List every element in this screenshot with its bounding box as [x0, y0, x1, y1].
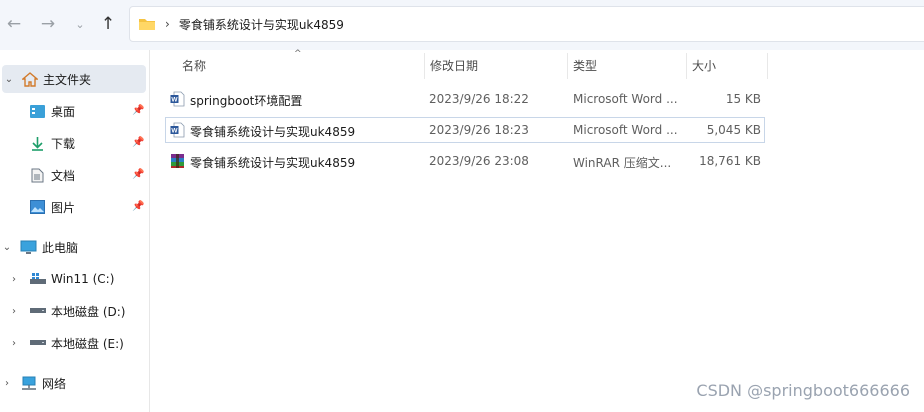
sidebar-item-label: 图片 [51, 200, 76, 215]
chevron-right-icon[interactable]: › [9, 338, 19, 349]
breadcrumb-separator-icon: › [165, 17, 170, 31]
column-header-name[interactable]: 名称 [176, 51, 424, 79]
arrow-right-icon: → [40, 14, 56, 34]
chevron-down-icon[interactable]: ⌄ [2, 242, 12, 253]
sidebar-item-label: 本地磁盘 (D:) [51, 304, 126, 319]
sidebar-item-drive-e[interactable]: › 本地磁盘 (E:) [0, 329, 148, 357]
sidebar-item-pictures[interactable]: 图片 📌 [0, 193, 148, 221]
winrar-archive-icon [171, 154, 184, 168]
file-row[interactable]: W springboot环境配置 2023/9/26 18:22 Microso… [165, 86, 765, 112]
file-name: springboot环境配置 [190, 94, 303, 108]
drive-icon [30, 308, 46, 313]
sidebar-item-drive-d[interactable]: › 本地磁盘 (D:) [0, 297, 148, 325]
file-size: 18,761 KB [699, 154, 761, 168]
desktop-icon [30, 104, 45, 118]
chevron-down-icon: ⌄ [75, 17, 85, 31]
sidebar-item-desktop[interactable]: 桌面 📌 [0, 97, 148, 125]
arrow-up-icon: ↑ [100, 14, 116, 34]
address-bar[interactable]: › 零食铺系统设计与实现uk4859 [129, 6, 924, 42]
file-row[interactable]: 零食铺系统设计与实现uk4859 2023/9/26 23:08 WinRAR … [165, 148, 765, 174]
column-header-size[interactable]: 大小 [686, 51, 767, 79]
forward-button[interactable]: → [36, 12, 60, 36]
drive-icon [30, 340, 46, 345]
pictures-icon [30, 200, 45, 214]
folder-icon [139, 19, 155, 30]
drive-icon [30, 273, 46, 284]
file-size: 5,045 KB [706, 123, 761, 137]
sidebar-item-this-pc[interactable]: ⌄ 此电脑 [0, 233, 148, 261]
sidebar-item-documents[interactable]: 文档 📌 [0, 161, 148, 189]
pin-icon[interactable]: 📌 [132, 201, 144, 213]
file-size: 15 KB [725, 92, 761, 106]
recent-locations-button[interactable]: ⌄ [68, 12, 92, 36]
sidebar-item-label: Win11 (C:) [51, 272, 115, 286]
sidebar-item-home[interactable]: ⌄ 主文件夹 [2, 65, 146, 93]
watermark: CSDN @springboot666666 [696, 381, 910, 400]
file-name: 零食铺系统设计与实现uk4859 [190, 125, 356, 139]
word-doc-icon: W [170, 122, 185, 138]
chevron-right-icon[interactable]: › [2, 378, 12, 389]
sidebar-item-network[interactable]: › 网络 [0, 369, 148, 397]
download-icon [32, 136, 43, 151]
back-button[interactable]: ← [2, 12, 26, 36]
file-date: 2023/9/26 23:08 [429, 154, 529, 168]
home-icon [22, 71, 38, 87]
file-row-selected[interactable]: W 零食铺系统设计与实现uk4859 2023/9/26 18:23 Micro… [165, 117, 765, 143]
file-date: 2023/9/26 18:23 [429, 123, 529, 137]
up-button[interactable]: ↑ [96, 12, 120, 36]
word-doc-icon: W [170, 91, 185, 107]
arrow-left-icon: ← [6, 14, 22, 34]
file-type: WinRAR 压缩文... [573, 156, 672, 170]
breadcrumb-current-folder[interactable]: 零食铺系统设计与实现uk4859 [179, 16, 344, 33]
svg-text:W: W [171, 128, 178, 135]
column-header-type[interactable]: 类型 [567, 51, 686, 79]
sidebar-item-label: 此电脑 [42, 240, 79, 255]
sidebar-item-label: 下载 [51, 136, 76, 151]
pin-icon[interactable]: 📌 [132, 137, 144, 149]
chevron-down-icon[interactable]: ⌄ [4, 74, 14, 85]
computer-icon [20, 240, 37, 254]
sidebar-item-label: 网络 [42, 376, 67, 391]
navigation-bar: ← → ⌄ ↑ › 零食铺系统设计与实现uk4859 [0, 0, 924, 50]
svg-text:W: W [171, 97, 178, 104]
sidebar-item-drive-c[interactable]: › Win11 (C:) [0, 265, 148, 293]
sidebar-item-label: 本地磁盘 (E:) [51, 336, 124, 351]
pin-icon[interactable]: 📌 [132, 105, 144, 117]
sidebar-item-label: 文档 [51, 168, 76, 183]
column-divider[interactable] [767, 53, 768, 79]
network-icon [22, 376, 36, 390]
file-name: 零食铺系统设计与实现uk4859 [190, 156, 356, 170]
document-icon [31, 168, 44, 182]
column-header-date[interactable]: 修改日期 [424, 51, 567, 79]
file-type: Microsoft Word ... [573, 123, 678, 137]
file-type: Microsoft Word ... [573, 92, 678, 106]
file-date: 2023/9/26 18:22 [429, 92, 529, 106]
navigation-pane: ⌄ 主文件夹 桌面 📌 下载 📌 文档 📌 图片 📌 ⌄ 此电脑 › Win11… [0, 50, 150, 412]
pin-icon[interactable]: 📌 [132, 169, 144, 181]
sidebar-item-label: 桌面 [51, 104, 76, 119]
sidebar-item-downloads[interactable]: 下载 📌 [0, 129, 148, 157]
sidebar-item-label: 主文件夹 [43, 72, 92, 87]
chevron-right-icon[interactable]: › [9, 274, 19, 285]
chevron-right-icon[interactable]: › [9, 306, 19, 317]
